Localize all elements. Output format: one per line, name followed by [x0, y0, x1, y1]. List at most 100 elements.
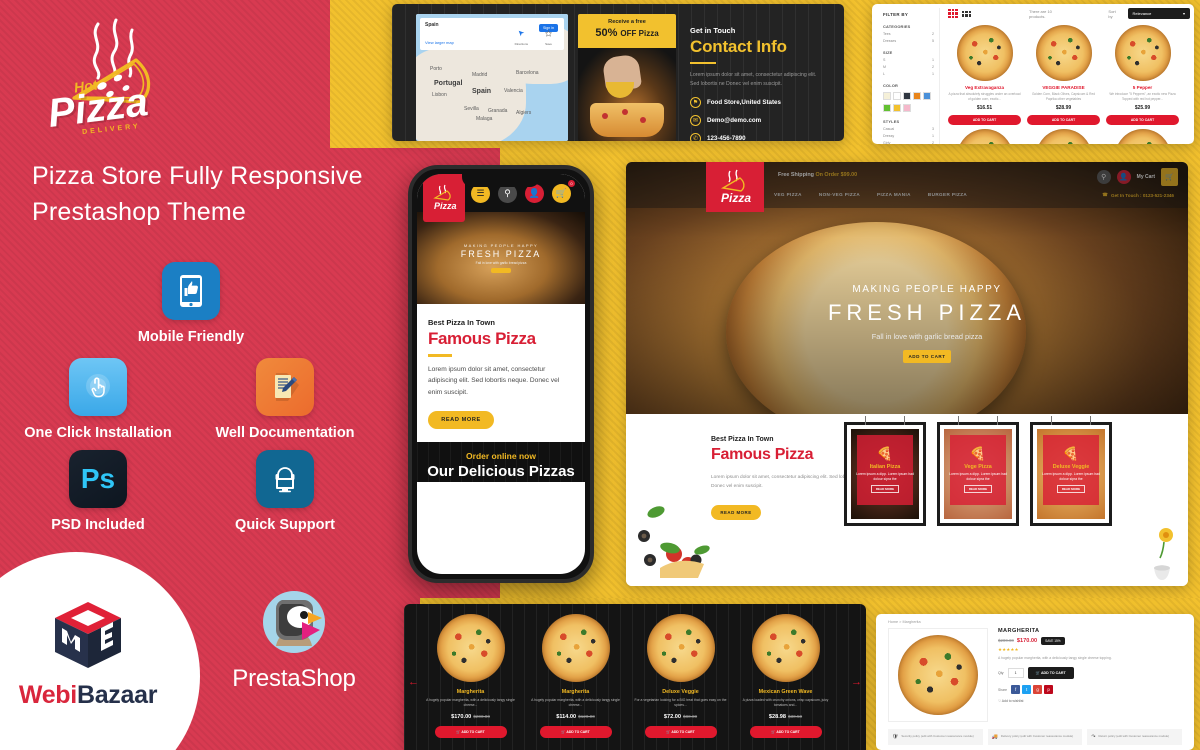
- cart-icon: 🛒: [1035, 671, 1041, 675]
- color-swatch[interactable]: [893, 92, 901, 100]
- carousel-prev-button[interactable]: ←: [408, 676, 419, 688]
- carousel-card[interactable]: Mexican Green Wave A pizza loaded with c…: [733, 610, 838, 738]
- detail-add-to-cart-button[interactable]: 🛒 ADD TO CART: [1027, 667, 1074, 679]
- color-swatch[interactable]: [903, 104, 911, 112]
- pinterest-icon[interactable]: p: [1044, 685, 1054, 694]
- map-directions-button[interactable]: Directions: [515, 24, 528, 46]
- carousel-product-price: $170.00 $200.00: [451, 713, 490, 720]
- add-to-cart-button[interactable]: ADD TO CART: [1106, 114, 1179, 125]
- poster-frame[interactable]: 🍕 Deluxe Veggie Lorem ipsum a dipp. Lore…: [1030, 416, 1112, 526]
- carousel-card[interactable]: Margherita A hugely popular margherita, …: [523, 610, 628, 738]
- product-card[interactable]: [1027, 128, 1100, 144]
- mobile-card-subtitle: Best Pizza In Town: [428, 318, 495, 327]
- facebook-icon[interactable]: f: [1011, 685, 1021, 694]
- contact-email[interactable]: Demo@demo.com: [707, 117, 761, 124]
- list-view-icon[interactable]: [961, 10, 971, 17]
- poster-frame[interactable]: 🍕 Vege Pizza Lorem ipsum a dipp. Lorem i…: [937, 416, 1019, 526]
- color-swatch[interactable]: [913, 92, 921, 100]
- feature-quick-support: Quick Support: [196, 450, 374, 533]
- product-card[interactable]: [948, 128, 1021, 144]
- carousel-next-button[interactable]: →: [851, 676, 862, 688]
- read-more-button[interactable]: READ MORE: [428, 411, 494, 430]
- desktop-lower-section: Best Pizza In Town Famous Pizza Lorem ip…: [626, 414, 1188, 586]
- desktop-logo[interactable]: Pizza: [706, 162, 764, 212]
- carousel-track: Margherita A hugely popular margherita, …: [404, 604, 866, 738]
- mobile-hero-line1: MAKING PEOPLE HAPPY: [463, 243, 539, 248]
- product-price: $25.99: [1134, 104, 1151, 111]
- hero-line3: Fall in love with garlic bread pizza: [871, 332, 983, 341]
- breadcrumb[interactable]: Home > Margherita: [876, 614, 1194, 624]
- add-to-cart-button[interactable]: 🛒 ADD TO CART: [434, 725, 507, 738]
- cart-icon: 🛒: [456, 729, 461, 734]
- filter-item[interactable]: S1: [883, 58, 934, 62]
- filter-item[interactable]: Dressy 1: [883, 134, 934, 138]
- add-to-cart-button[interactable]: 🛒 ADD TO CART: [749, 725, 822, 738]
- filter-section-styles: STYLES: [883, 119, 900, 124]
- product-card[interactable]: VEGGIE PARADISE Golden Corn, Black Olive…: [1027, 25, 1100, 125]
- poster-name: Vege Pizza: [964, 463, 992, 470]
- poster-read-more-button[interactable]: READ MORE: [1056, 485, 1086, 494]
- feature-label: One Click Installation: [24, 425, 172, 441]
- twitter-icon[interactable]: t: [1022, 685, 1032, 694]
- detail-image-box[interactable]: [888, 628, 988, 722]
- add-to-cart-button[interactable]: ADD TO CART: [948, 114, 1021, 125]
- share-label: Share: [998, 687, 1008, 692]
- carousel-old-price: $200.00: [473, 713, 490, 719]
- add-to-cart-button[interactable]: 🛒 ADD TO CART: [539, 725, 612, 738]
- color-swatch[interactable]: [893, 104, 901, 112]
- map-save-button[interactable]: Save: [544, 24, 553, 46]
- detail-body: MARGHERITA $200.00 $170.00 SAVE 15% ★★★★★ …: [876, 624, 1194, 722]
- carousel-product-name: Margherita: [456, 689, 485, 695]
- filter-item[interactable]: Casual 3: [883, 127, 934, 131]
- mobile-card-title: Famous Pizza: [428, 329, 536, 348]
- vendor-name-b: Bazaar: [76, 681, 158, 709]
- cart-icon[interactable]: 🛒 0: [552, 179, 575, 203]
- svg-text:Pizza: Pizza: [721, 191, 751, 205]
- google-plus-icon[interactable]: g: [1033, 685, 1043, 694]
- product-card[interactable]: Veg Extravaganza A pizza that absolutely…: [948, 25, 1021, 125]
- map-widget[interactable]: Spain Portugal France Madrid Barcelona V…: [416, 14, 568, 141]
- carousel-card[interactable]: Deluxe Veggie For a vegetarian looking f…: [628, 610, 733, 738]
- filter-item[interactable]: Dresses 5: [883, 39, 934, 43]
- carousel-product-name: Mexican Green Wave: [758, 689, 813, 695]
- zigzag-divider: [417, 304, 585, 309]
- product-grid: Veg Extravaganza A pizza that absolutely…: [948, 25, 1190, 125]
- desktop-mockup: Pizza Free Shipping On Order $99.00 VEG …: [626, 162, 1188, 586]
- map-larger-link[interactable]: View larger map: [425, 40, 559, 45]
- product-count: There are 10 products.: [1029, 8, 1052, 19]
- map-label-algiers: Algiers: [516, 110, 532, 116]
- add-to-wishlist-button[interactable]: ♡ Add to wishlist: [998, 699, 1182, 703]
- qty-input[interactable]: 1: [1007, 668, 1024, 678]
- rating-stars[interactable]: ★★★★★: [998, 647, 1182, 653]
- grid-view-icon[interactable]: [948, 8, 958, 19]
- carousel-product-image: [646, 614, 715, 682]
- filter-item[interactable]: Girly 2: [883, 141, 934, 144]
- filter-item[interactable]: L1: [883, 72, 934, 76]
- product-image: [956, 25, 1013, 81]
- sort-by-select[interactable]: Relevance ▾: [1127, 8, 1190, 19]
- add-to-cart-button[interactable]: 🛒 ADD TO CART: [644, 725, 717, 738]
- poster-frame[interactable]: 🍕 Italian Pizza Lorem ipsum a dipp. Lore…: [844, 416, 926, 526]
- product-image: [1114, 25, 1171, 81]
- svg-text:Pizza: Pizza: [434, 201, 457, 211]
- color-swatch[interactable]: [883, 92, 891, 100]
- poster-read-more-button[interactable]: READ MORE: [963, 485, 993, 494]
- product-card[interactable]: [1106, 128, 1179, 144]
- poster-read-more-button[interactable]: READ MORE: [870, 485, 900, 494]
- carousel-old-price: $120.00: [578, 713, 595, 719]
- color-swatch[interactable]: [923, 92, 931, 100]
- color-swatch[interactable]: [903, 92, 911, 100]
- color-swatch[interactable]: [883, 104, 891, 112]
- pizza-box-icon: 🍕: [969, 445, 987, 461]
- product-card[interactable]: 5 Pepper We introduce "5 Peppers", an ex…: [1106, 25, 1179, 125]
- carousel-card[interactable]: Margherita A hugely popular margherita, …: [418, 610, 523, 738]
- add-to-cart-button[interactable]: ADD TO CART: [1027, 114, 1100, 125]
- filter-item[interactable]: M2: [883, 65, 934, 69]
- product-desc: Golden Corn, Black Olives, Capsicum & Re…: [1031, 92, 1096, 101]
- mobile-hero-button[interactable]: [491, 268, 511, 273]
- filter-item[interactable]: Tees 2: [883, 32, 934, 36]
- product-detail-mockup: Home > Margherita MARGHERITA $200.00 $170…: [876, 614, 1194, 750]
- mobile-logo[interactable]: Pizza: [423, 174, 465, 222]
- map-label-portugal: Portugal: [434, 80, 463, 87]
- hero-add-to-cart-button[interactable]: ADD TO CART: [903, 350, 951, 363]
